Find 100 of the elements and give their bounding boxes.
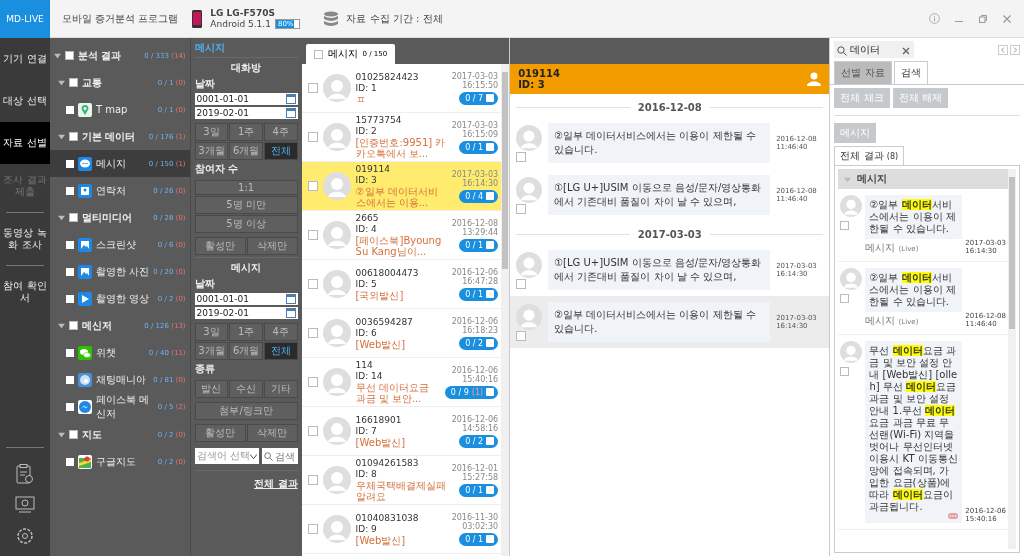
date-field[interactable]: 0001-01-01 [194,293,298,305]
conversation-row[interactable]: 01025824423 ID: 1 ㅍ 2017-03-03 16:15:50 0 / 7 [301,64,502,113]
range-button[interactable]: 3일 [194,323,229,341]
time-text: 16:18:23 [462,325,499,335]
date-text: 2016-12-08 [451,218,499,228]
count-badge[interactable]: 0 / 4 [459,189,499,203]
range-button[interactable]: 4주 [263,323,298,341]
phone-number: 00618004473 [355,267,420,279]
conversation-row[interactable]: 2665 ID: 4 [페이스북]Byoung Su Kang님이... 2016-12-08 13:29:44 0 / 1 [301,211,502,260]
conversation-id: ID: 6 [355,327,378,339]
filter-button[interactable]: 첨부/링크만 [194,402,298,420]
section-heading: 대화방 [231,61,262,75]
step-nav-item[interactable]: 자료 선별 [0,122,50,164]
range-button[interactable]: 전체 [263,342,298,360]
conversation-id: ID: 2 [355,126,378,137]
conversation-row[interactable]: 01094261583 ID: 8 우체국택배결제실패알려요 2016-12-01 15:27:58 0 / 1 [301,456,502,505]
filter-button[interactable]: 수신 [229,380,263,398]
all-results-link[interactable]: 전체 결과 [254,477,298,491]
date-field[interactable]: 2019-02-01 [194,107,298,119]
date-field[interactable]: 0001-01-01 [194,93,298,105]
filter-button[interactable]: 5명 미만 [194,196,298,214]
date-text: 2016-12-01 [451,463,499,473]
field-label: 날짜 [194,277,216,291]
range-button[interactable]: 1주 [229,323,263,341]
search-field[interactable]: 데이터 [834,41,915,58]
step-nav-item[interactable]: 기기 연결 [0,38,50,80]
section-heading: 메시지 [231,261,262,275]
conversation-id: ID: 9 [355,523,378,535]
filter-button[interactable]: 활성만 [194,424,246,442]
conversation-id: ID: 7 [355,425,378,437]
tree-group-label[interactable]: 멀티미디어 [81,210,150,225]
panel-tab[interactable]: 검색 [893,61,928,84]
filter-button[interactable]: 삭제만 [246,424,298,442]
time-text: 14:58:16 [462,423,499,433]
phone-number: 019114 [355,164,391,175]
filter-button[interactable]: 5명 이상 [194,215,298,233]
tree-item-label: 촬영한 영상 [95,291,151,306]
conversation-row[interactable]: 16618901 ID: 7 [Web발신] 2016-12-06 14:58:16 0 / 2 [301,407,502,456]
filter-button[interactable]: 기타 [263,380,298,398]
count-badge[interactable]: 0 / 7 [459,91,499,105]
date-text: 2017-03-03 [451,71,499,81]
count-badge[interactable]: 0 / 2 [459,434,499,448]
tree-item-label: 연락처 [95,183,127,198]
date-text: 2016-11-30 [451,512,499,522]
range-button[interactable]: 전체 [263,142,298,160]
tool-nav-item[interactable]: 동영상 녹화 조사 [0,217,50,261]
count-badge[interactable]: 0 / 1 [459,532,499,546]
step-nav-item[interactable]: 대상 선택 [0,80,50,122]
date-field[interactable]: 2019-02-01 [194,307,298,319]
count-badge[interactable]: 0 / 1 [459,287,499,301]
tree-item-label: 구글지도 [95,454,137,469]
result-text: ②일부 데이터서비스에서는 이용이 제한될 수 있습니다. [869,272,957,308]
result-tab[interactable]: 전체 결과 (8) [834,146,905,165]
filter-button[interactable]: 1:1 [194,180,298,195]
keyword-dropdown[interactable]: 검색어 선택 [194,448,259,464]
count-badge[interactable]: 0 / 1 [459,140,499,154]
message-bubble: ②일부 데이터서비스에서는 이용이 제한될 수 있습니다. [548,123,771,163]
field-label: 날짜 [194,77,216,91]
time-text: 16:15:50 [462,80,499,90]
message-preview: [페이스북]Byoung Su Kang님이... [355,235,443,257]
message-bubble: ①[LG U+]USIM 이동으로 음성/문자/영상통화에서 기존대비 품질이 차이 날 수 있으며, [548,250,771,290]
conversation-row[interactable]: 019114 ID: 3 ②일부 데이터서비스에서는 이용... 2017-03-03 16:14:30 0 / 4 [301,162,502,211]
tree-group-label[interactable]: 지도 [81,427,154,442]
panel-tab[interactable]: 선별 자료 [834,61,892,84]
filter-button[interactable]: 활성만 [194,237,246,255]
message-preview: [인증번호:9951] 카카오톡에서 보... [355,137,447,159]
phone-number: 15773754 [355,115,403,126]
range-button[interactable]: 6개월 [229,342,263,360]
range-button[interactable]: 3개월 [194,142,229,160]
count-badge[interactable]: 0 / 9 (1) [444,385,499,399]
filter-button[interactable]: 발신 [194,380,229,398]
conversation-row[interactable]: 01040831038 ID: 9 [Web발신] 2016-11-30 03:02:30 0 / 1 [301,505,502,554]
tree-group-label[interactable]: 분석 결과 [77,48,141,63]
count-badge[interactable]: 0 / 2 [459,336,499,350]
date-text: 2017-03-03 [451,120,499,130]
time-text: 16:47:28 [462,276,499,286]
range-button[interactable]: 6개월 [229,142,263,160]
field-label: 참여자 수 [194,162,240,176]
tree-group-label[interactable]: 기본 데이터 [81,129,145,144]
conversation-row[interactable]: 0036594287 ID: 6 [Web발신] 2016-12-06 16:18:23 0 / 2 [301,309,502,358]
search-field[interactable]: 검색 [261,448,298,464]
conversation-row[interactable]: 114 ID: 14 무선 데이터요금 과금 및 보안... 2016-12-06 15:40:16 0 / 9 (1) [301,358,502,407]
time-text: 16:14:30 [462,178,499,188]
range-button[interactable]: 3개월 [194,342,229,360]
conversation-id: ID: 1 [355,82,378,94]
tree-group-label[interactable]: 교통 [81,75,154,90]
range-button[interactable]: 1주 [229,123,263,141]
count-badge[interactable]: 0 / 1 [459,238,499,252]
conversation-id: ID: 3 [355,175,378,186]
time-text: 13:29:44 [462,227,499,237]
field-label: 종류 [194,362,216,376]
tree-group-label[interactable]: 메신저 [81,318,141,333]
range-button[interactable]: 4주 [263,123,298,141]
result-group-header[interactable]: 메시지 [838,169,1008,189]
count-badge[interactable]: 0 / 1 [459,483,499,497]
range-button[interactable]: 3일 [194,123,229,141]
tool-nav-item[interactable]: 참여 확인서 [0,270,50,314]
date-text: 2016-12-06 [451,267,499,277]
filter-button[interactable]: 삭제만 [246,237,298,255]
conversation-row[interactable]: 00618004473 ID: 5 [국외발신] 2016-12-06 16:47:28 0 / 1 [301,260,502,309]
